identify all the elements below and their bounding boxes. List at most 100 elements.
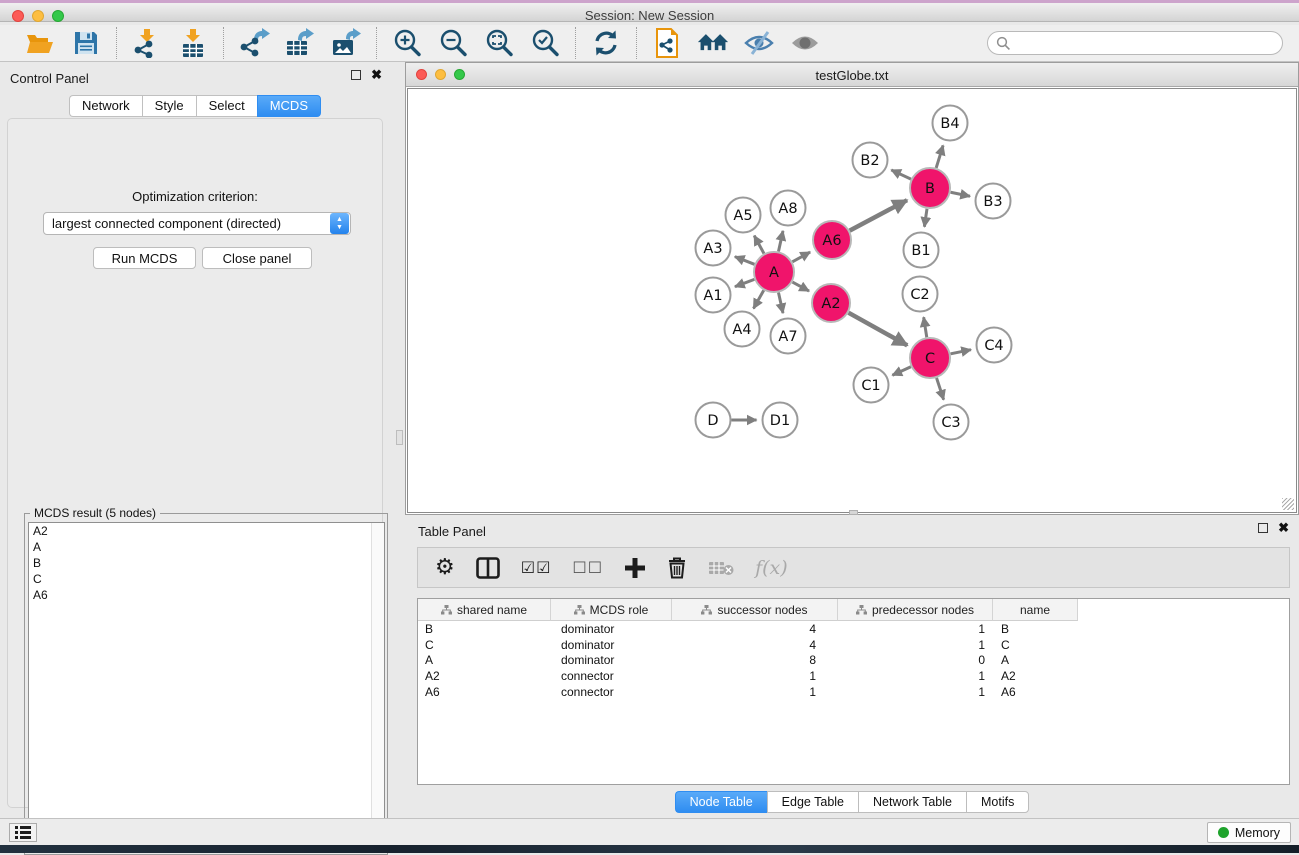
- mcds-result-list[interactable]: A2 A B C A6: [28, 522, 385, 852]
- hide-eye-icon[interactable]: [743, 27, 775, 59]
- cell-predecessor[interactable]: 1: [838, 685, 993, 699]
- refresh-icon[interactable]: [590, 27, 622, 59]
- graph-edge[interactable]: [892, 367, 911, 375]
- cell-predecessor[interactable]: 0: [838, 653, 993, 667]
- graph-edge[interactable]: [778, 293, 782, 314]
- cell-mcds-role[interactable]: dominator: [551, 622, 672, 636]
- zoom-selected-icon[interactable]: [529, 27, 561, 59]
- graph-edge[interactable]: [951, 192, 970, 196]
- column-header-shared-name[interactable]: shared name: [418, 599, 551, 621]
- run-mcds-button[interactable]: Run MCDS: [93, 247, 196, 269]
- add-column-icon[interactable]: [624, 557, 646, 579]
- import-network-icon[interactable]: [131, 27, 163, 59]
- graph-edge[interactable]: [936, 145, 943, 167]
- tab-network-table[interactable]: Network Table: [858, 791, 966, 813]
- task-history-button[interactable]: [9, 823, 37, 842]
- close-panel-icon[interactable]: ✖: [1278, 523, 1289, 533]
- float-panel-icon[interactable]: [351, 70, 361, 80]
- cell-name[interactable]: A6: [993, 685, 1078, 699]
- tab-node-table[interactable]: Node Table: [675, 791, 767, 813]
- cell-predecessor[interactable]: 1: [838, 622, 993, 636]
- resize-grip-icon[interactable]: [1282, 498, 1294, 510]
- homes-icon[interactable]: [697, 27, 729, 59]
- function-builder-icon[interactable]: f(x): [755, 557, 788, 579]
- select-all-icon[interactable]: ☑☑: [521, 558, 552, 577]
- delete-table-icon[interactable]: [708, 560, 734, 576]
- graph-edge[interactable]: [891, 170, 911, 179]
- graph-edge[interactable]: [735, 279, 754, 286]
- graph-edge[interactable]: [924, 209, 927, 227]
- column-header-mcds-role[interactable]: MCDS role: [551, 599, 672, 621]
- column-view-icon[interactable]: [476, 557, 500, 579]
- zoom-fit-icon[interactable]: [483, 27, 515, 59]
- table-row[interactable]: C dominator 4 1 C: [418, 637, 1289, 653]
- column-header-successor-nodes[interactable]: successor nodes: [672, 599, 838, 621]
- network-window-titlebar[interactable]: testGlobe.txt: [406, 63, 1298, 87]
- delete-column-icon[interactable]: [667, 556, 687, 579]
- graph-edge[interactable]: [792, 282, 809, 291]
- split-pane-handle[interactable]: [849, 510, 858, 515]
- graph-edge[interactable]: [754, 290, 764, 308]
- cell-mcds-role[interactable]: dominator: [551, 653, 672, 667]
- column-header-predecessor-nodes[interactable]: predecessor nodes: [838, 599, 993, 621]
- cell-shared-name[interactable]: A2: [418, 669, 551, 683]
- table-row[interactable]: A dominator 8 0 A: [418, 653, 1289, 669]
- network-graph[interactable]: B4B2BB3A8A5A6A3B1AC2A1A2A4A7C4CC1C3DD1: [408, 89, 1296, 512]
- tab-network[interactable]: Network: [69, 95, 142, 117]
- tab-select[interactable]: Select: [196, 95, 257, 117]
- float-panel-icon[interactable]: [1258, 523, 1268, 533]
- show-eye-icon[interactable]: [789, 27, 821, 59]
- graph-edge[interactable]: [924, 317, 927, 337]
- network-canvas[interactable]: B4B2BB3A8A5A6A3B1AC2A1A2A4A7C4CC1C3DD1: [407, 88, 1297, 513]
- close-panel-button[interactable]: Close panel: [202, 247, 312, 269]
- import-table-icon[interactable]: [177, 27, 209, 59]
- zoom-in-icon[interactable]: [391, 27, 423, 59]
- cell-mcds-role[interactable]: connector: [551, 669, 672, 683]
- criterion-dropdown[interactable]: largest connected component (directed) ▲…: [43, 212, 351, 235]
- cell-shared-name[interactable]: B: [418, 622, 551, 636]
- graph-edge[interactable]: [792, 252, 810, 262]
- document-network-icon[interactable]: [651, 27, 683, 59]
- graph-edge[interactable]: [951, 350, 971, 354]
- list-item[interactable]: A6: [29, 587, 384, 603]
- graph-edge[interactable]: [754, 236, 764, 254]
- tab-mcds[interactable]: MCDS: [257, 95, 321, 117]
- tab-style[interactable]: Style: [142, 95, 196, 117]
- cell-name[interactable]: A2: [993, 669, 1078, 683]
- graph-edge[interactable]: [778, 231, 782, 252]
- close-panel-icon[interactable]: ✖: [371, 70, 382, 80]
- cell-predecessor[interactable]: 1: [838, 638, 993, 652]
- graph-edge[interactable]: [850, 200, 907, 230]
- node-table[interactable]: shared name MCDS role successor nodes pr…: [417, 598, 1290, 785]
- cell-shared-name[interactable]: A6: [418, 685, 551, 699]
- graph-edge[interactable]: [735, 257, 755, 265]
- cell-shared-name[interactable]: C: [418, 638, 551, 652]
- export-image-icon[interactable]: [330, 27, 362, 59]
- search-field[interactable]: [987, 31, 1283, 55]
- list-item[interactable]: A2: [29, 523, 384, 539]
- export-table-icon[interactable]: [284, 27, 316, 59]
- cell-successor[interactable]: 1: [672, 669, 838, 683]
- tab-motifs[interactable]: Motifs: [966, 791, 1029, 813]
- deselect-all-icon[interactable]: ☐☐: [572, 558, 603, 577]
- table-row[interactable]: B dominator 4 1 B: [418, 621, 1289, 637]
- split-pane-handle[interactable]: [396, 430, 403, 445]
- memory-button[interactable]: Memory: [1207, 822, 1291, 843]
- scrollbar[interactable]: [371, 523, 384, 851]
- export-network-icon[interactable]: [238, 27, 270, 59]
- table-settings-icon[interactable]: ⚙: [435, 557, 455, 579]
- cell-predecessor[interactable]: 1: [838, 669, 993, 683]
- cell-name[interactable]: B: [993, 622, 1078, 636]
- cell-name[interactable]: C: [993, 638, 1078, 652]
- list-item[interactable]: A: [29, 539, 384, 555]
- cell-successor[interactable]: 8: [672, 653, 838, 667]
- cell-mcds-role[interactable]: dominator: [551, 638, 672, 652]
- table-row[interactable]: A2 connector 1 1 A2: [418, 668, 1289, 684]
- cell-shared-name[interactable]: A: [418, 653, 551, 667]
- list-item[interactable]: B: [29, 555, 384, 571]
- column-header-name[interactable]: name: [993, 599, 1078, 621]
- cell-mcds-role[interactable]: connector: [551, 685, 672, 699]
- graph-edge[interactable]: [937, 378, 944, 400]
- cell-successor[interactable]: 4: [672, 622, 838, 636]
- graph-edge[interactable]: [848, 313, 907, 346]
